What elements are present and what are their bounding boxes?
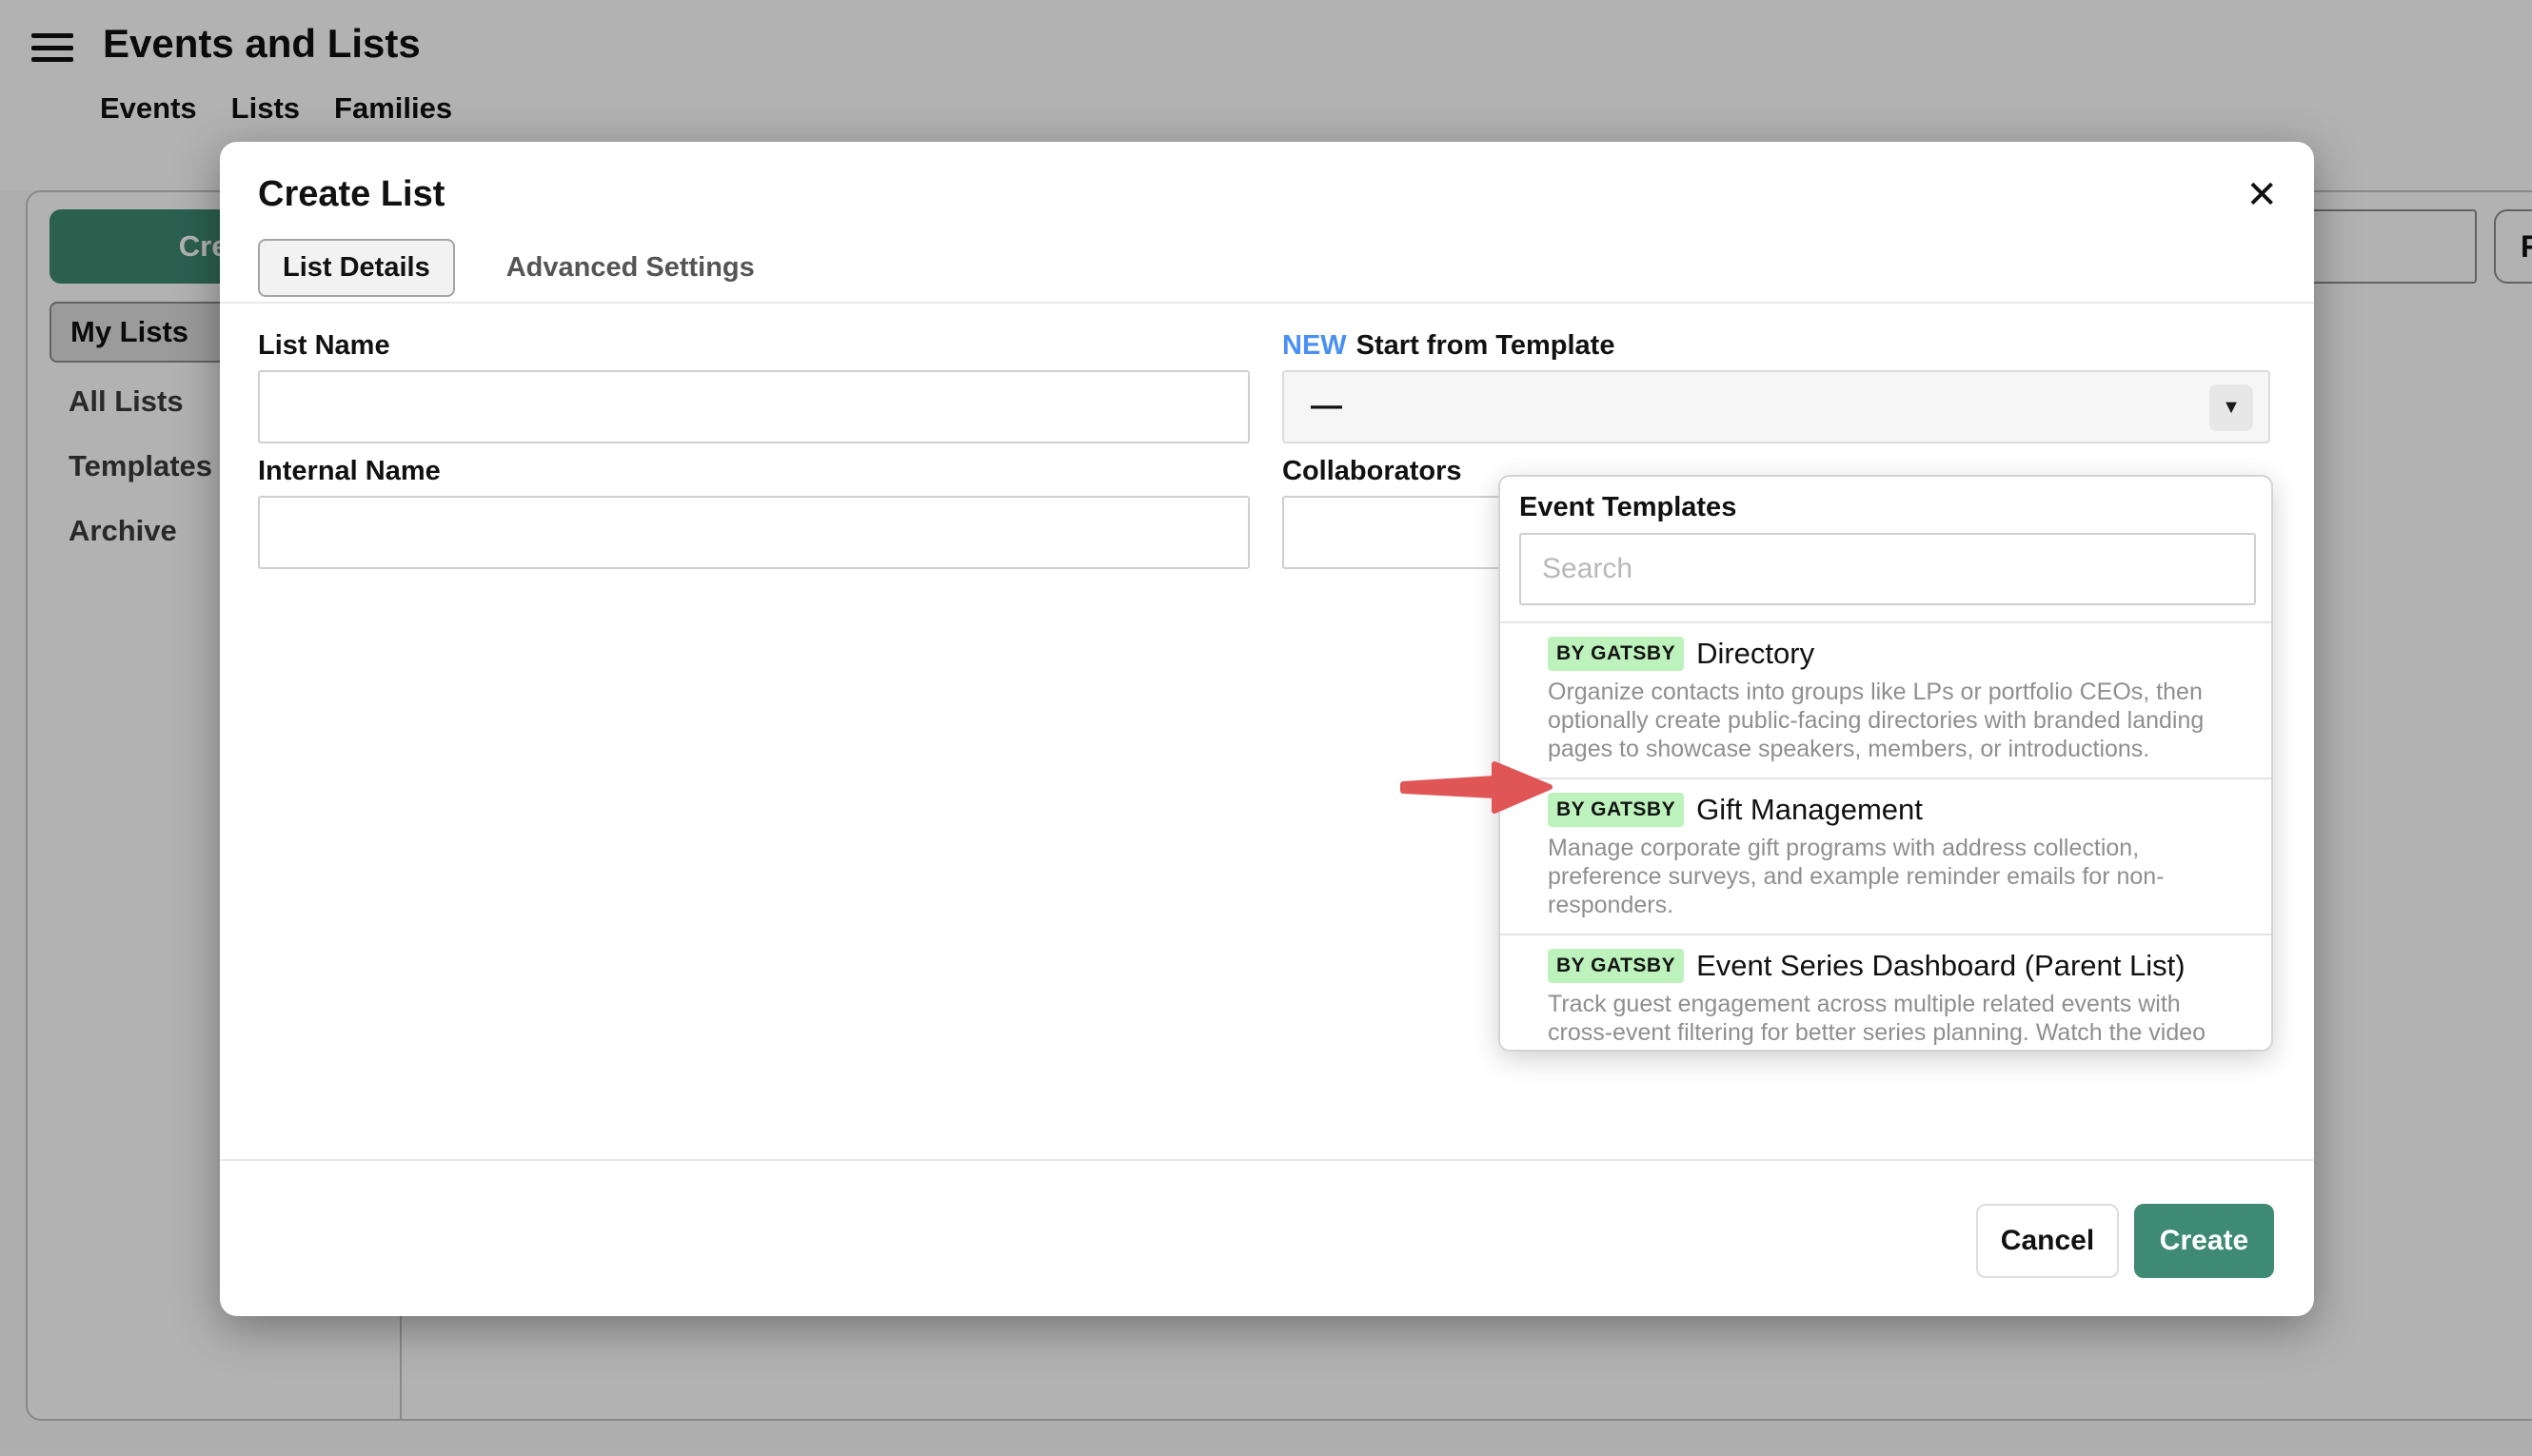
template-select-value: — (1311, 387, 1342, 423)
template-option-gift-management[interactable]: BY GATSBY Gift Management Manage corpora… (1500, 777, 2271, 934)
internal-name-input[interactable] (258, 496, 1250, 569)
template-search-input[interactable] (1519, 533, 2256, 605)
template-option-directory[interactable]: BY GATSBY Directory Organize contacts in… (1500, 621, 2271, 777)
template-title: Event Series Dashboard (Parent List) (1696, 949, 2185, 983)
by-gatsby-badge: BY GATSBY (1548, 793, 1684, 827)
template-label-text: Start from Template (1356, 330, 1615, 361)
modal-footer-divider (220, 1159, 2314, 1161)
template-select[interactable]: — ▼ (1282, 370, 2270, 443)
list-name-label: List Name (258, 330, 390, 362)
internal-name-label: Internal Name (258, 456, 441, 487)
annotation-arrow-icon (1397, 758, 1559, 818)
close-icon[interactable]: ✕ (2245, 176, 2278, 214)
template-title: Directory (1696, 637, 1814, 671)
popup-title: Event Templates (1519, 492, 1736, 523)
screen: Events and Lists Events Lists Families C… (0, 0, 2532, 1456)
tab-list-details[interactable]: List Details (258, 239, 455, 297)
modal-tabs: List Details Advanced Settings (258, 239, 755, 297)
template-title: Gift Management (1696, 793, 1923, 827)
collaborators-label: Collaborators (1282, 456, 1462, 487)
template-description: Track guest engagement across multiple r… (1548, 990, 2219, 1052)
template-description: Manage corporate gift programs with addr… (1548, 834, 2219, 919)
template-list: BY GATSBY Directory Organize contacts in… (1500, 621, 2271, 1052)
new-badge: NEW (1282, 330, 1347, 361)
create-button[interactable]: Create (2134, 1204, 2274, 1278)
modal-title: Create List (258, 174, 445, 215)
list-name-input[interactable] (258, 370, 1250, 443)
by-gatsby-badge: BY GATSBY (1548, 949, 1684, 983)
modal-header-divider (220, 302, 2314, 304)
template-option-event-series-dashboard[interactable]: BY GATSBY Event Series Dashboard (Parent… (1500, 934, 2271, 1052)
template-dropdown-popup: Event Templates BY GATSBY Directory Orga… (1498, 475, 2273, 1052)
tab-advanced-settings[interactable]: Advanced Settings (506, 252, 755, 284)
cancel-button[interactable]: Cancel (1976, 1204, 2119, 1278)
by-gatsby-badge: BY GATSBY (1548, 637, 1684, 671)
template-description: Organize contacts into groups like LPs o… (1548, 678, 2219, 763)
template-label: NEW Start from Template (1282, 330, 1614, 362)
chevron-down-icon[interactable]: ▼ (2209, 384, 2253, 431)
